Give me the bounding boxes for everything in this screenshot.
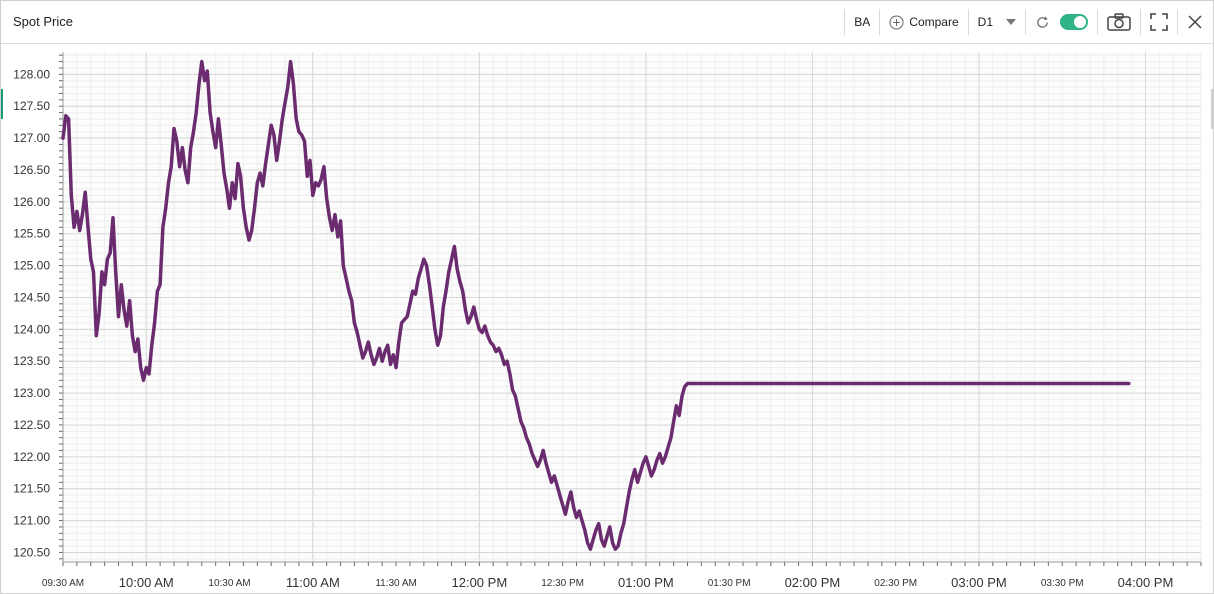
toolbar-divider xyxy=(1025,9,1026,35)
spot-price-widget: Spot Price BA Compare D1 120.50 121.00 1… xyxy=(0,0,1214,594)
y-tick-label: 124.00 xyxy=(13,322,50,336)
y-tick-label: 123.00 xyxy=(13,386,50,400)
y-tick-label: 127.00 xyxy=(13,131,50,145)
y-tick-label: 125.00 xyxy=(13,259,50,273)
x-tick-label: 03:00 PM xyxy=(951,575,1007,590)
toolbar-divider xyxy=(1140,9,1141,35)
y-tick-label: 121.00 xyxy=(13,514,50,528)
y-tick-label: 126.50 xyxy=(13,163,50,177)
x-tick-label: 10:00 AM xyxy=(119,575,174,590)
x-tick-label: 01:00 PM xyxy=(618,575,674,590)
x-tick-label: 09:30 AM xyxy=(42,578,84,589)
refresh-icon[interactable] xyxy=(1035,15,1050,30)
live-toggle[interactable] xyxy=(1060,14,1088,30)
toolbar-divider xyxy=(879,9,881,35)
y-tick-label: 120.50 xyxy=(13,545,50,559)
timeframe-value: D1 xyxy=(977,15,993,29)
widget-header: Spot Price BA Compare D1 xyxy=(1,1,1213,44)
toolbar-divider xyxy=(967,9,969,35)
compare-label: Compare xyxy=(909,15,959,29)
y-tick-label: 122.50 xyxy=(13,418,50,432)
x-tick-label: 03:30 PM xyxy=(1041,578,1084,589)
timeframe-select[interactable]: D1 xyxy=(978,15,1016,29)
toolbar-divider xyxy=(1177,9,1178,35)
x-tick-label: 11:00 AM xyxy=(286,575,340,590)
y-tick-label: 125.50 xyxy=(13,227,50,241)
x-tick-label: 04:00 PM xyxy=(1118,575,1174,590)
fullscreen-icon[interactable] xyxy=(1150,13,1168,31)
x-tick-label: 01:30 PM xyxy=(708,578,751,589)
x-tick-label: 02:00 PM xyxy=(785,575,841,590)
y-tick-label: 128.00 xyxy=(13,67,50,81)
camera-icon[interactable] xyxy=(1107,13,1131,31)
price-chart: 120.50 121.00 121.50 122.00 122.50 123.00 123.… xyxy=(13,52,1202,590)
y-tick-label: 123.50 xyxy=(13,354,50,368)
caret-down-icon xyxy=(1006,19,1016,25)
compare-button[interactable]: Compare xyxy=(889,15,959,30)
x-tick-label: 12:30 PM xyxy=(541,578,584,589)
y-tick-label: 121.50 xyxy=(13,482,50,496)
symbol-button[interactable]: BA xyxy=(854,15,870,29)
toolbar: BA Compare D1 xyxy=(835,9,1203,35)
x-tick-label: 11:30 AM xyxy=(375,578,417,589)
toggle-knob xyxy=(1074,16,1086,28)
toolbar-divider xyxy=(844,9,846,35)
x-tick-label: 12:00 PM xyxy=(452,575,508,590)
close-icon[interactable] xyxy=(1187,14,1203,30)
x-tick-label: 02:30 PM xyxy=(874,578,917,589)
widget-title: Spot Price xyxy=(13,14,73,29)
x-tick-label: 10:30 AM xyxy=(208,578,250,589)
y-tick-label: 124.50 xyxy=(13,290,50,304)
y-tick-label: 126.00 xyxy=(13,195,50,209)
plus-circle-icon xyxy=(889,15,904,30)
y-tick-label: 127.50 xyxy=(13,99,50,113)
toolbar-divider xyxy=(1097,9,1098,35)
y-tick-label: 122.00 xyxy=(13,450,50,464)
